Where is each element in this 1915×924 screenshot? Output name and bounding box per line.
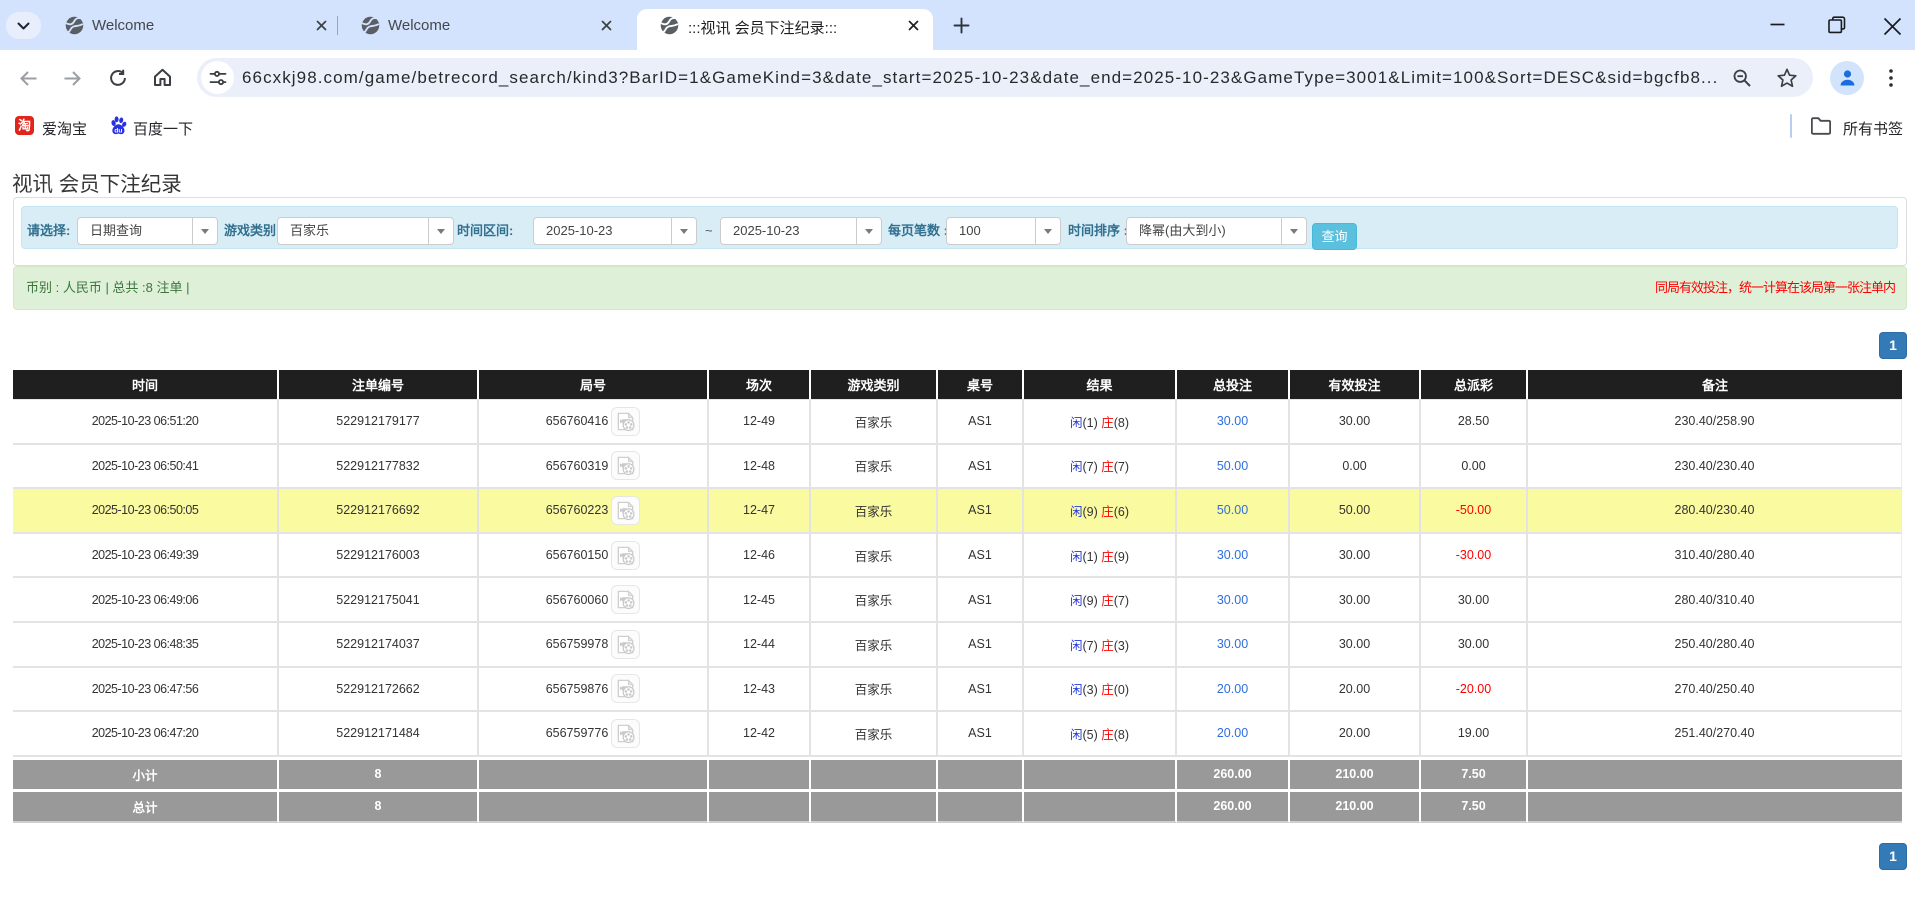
svg-text:du: du: [114, 127, 122, 134]
